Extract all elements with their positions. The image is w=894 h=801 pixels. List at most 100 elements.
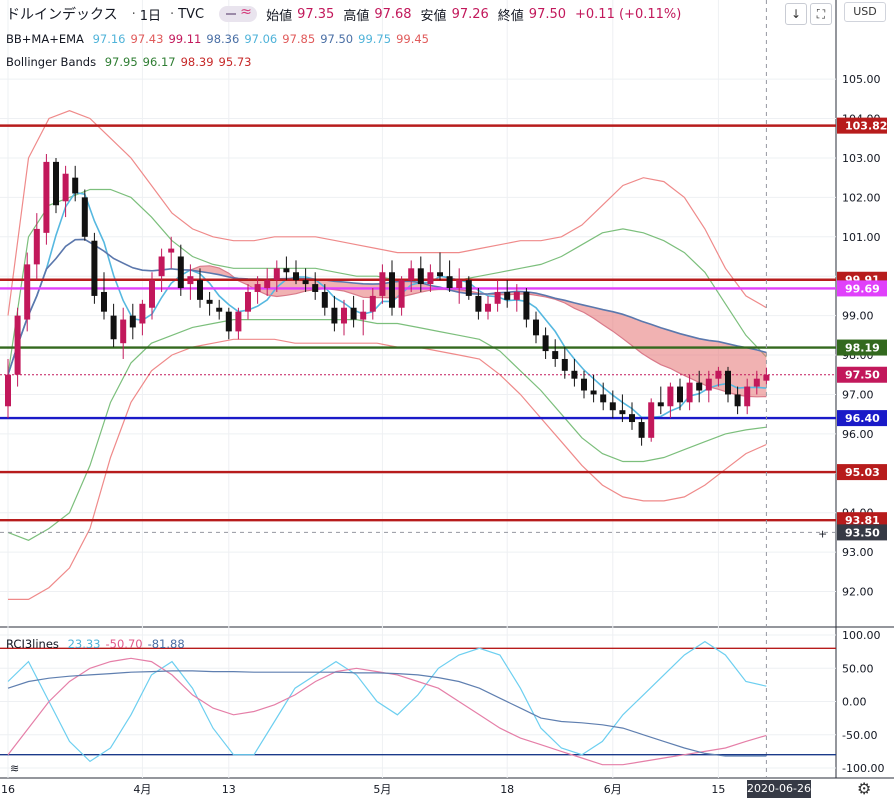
legend-bbma-value: 97.16 <box>92 32 126 46</box>
candle-body <box>456 280 463 289</box>
candle-body <box>149 280 155 308</box>
legend-bbma-value: 98.36 <box>206 32 240 46</box>
candle-body <box>667 386 674 407</box>
fullscreen-icon[interactable]: ⛶ <box>810 3 832 25</box>
price-level-label: 103.82 <box>845 120 887 133</box>
candle-body <box>523 291 530 320</box>
legend-bollinger-value: 97.95 <box>104 55 138 69</box>
candle-body <box>734 394 741 407</box>
price-level-label: 95.03 <box>845 466 880 479</box>
candle-body <box>571 370 578 379</box>
candle-body <box>53 161 59 206</box>
candle-body <box>225 311 232 332</box>
candle-body <box>485 303 491 312</box>
candle-body <box>408 268 415 281</box>
price-tick-label: 97.00 <box>842 388 874 401</box>
candle-body <box>494 291 501 304</box>
symbol-name[interactable]: ドルインデックス <box>6 4 118 24</box>
candle-body <box>552 351 559 359</box>
rci-wave-icon: ≋ <box>10 762 19 775</box>
price-tick-label: 92.00 <box>842 586 874 599</box>
interval-label[interactable]: 1日 <box>140 5 161 24</box>
candle-body <box>254 284 261 292</box>
legend-bollinger[interactable]: Bollinger Bands 97.95 96.17 98.39 95.73 <box>6 55 261 69</box>
candle-body <box>341 307 347 324</box>
candle-body <box>245 291 251 312</box>
time-tick-label: 15 <box>711 783 725 796</box>
candle-body <box>91 240 98 296</box>
candle-body <box>331 307 338 324</box>
price-level-label: 96.40 <box>845 412 880 425</box>
candle-body <box>43 161 50 233</box>
candle-body <box>753 378 760 387</box>
candle-body <box>273 268 280 281</box>
candle-body <box>360 311 367 320</box>
candle-body <box>590 390 597 395</box>
candle-body <box>379 272 386 296</box>
price-tick-label: 96.00 <box>842 428 874 441</box>
gear-icon[interactable]: ⚙ <box>857 779 871 798</box>
candle-body <box>14 315 21 375</box>
candle-body <box>763 374 770 381</box>
candle-body <box>302 280 309 285</box>
legend-bbma-value: 97.50 <box>320 32 354 46</box>
rci-tick-label: 50.00 <box>842 662 874 675</box>
bb-outer-lower-line <box>8 338 767 600</box>
candle-body <box>475 295 482 312</box>
legend-bollinger-name: Bollinger Bands <box>6 55 97 69</box>
close-label: 終値 <box>497 8 524 24</box>
legend-rci[interactable]: RCI3lines 23.33 -50.70 -81.88 <box>6 637 195 651</box>
candle-body <box>677 386 683 403</box>
candle-body <box>187 276 194 285</box>
candle-body <box>321 291 328 308</box>
time-tick-label: 18 <box>500 783 514 796</box>
crosshair-price-label: 93.50 <box>845 526 880 539</box>
legend-bollinger-value: 98.39 <box>180 55 214 69</box>
candle-body <box>417 268 424 285</box>
candle-body <box>686 382 693 403</box>
time-tick-label: 13 <box>222 783 236 796</box>
low-value: 97.26 <box>451 6 489 22</box>
legend-bbma-value: 97.85 <box>282 32 316 46</box>
currency-label[interactable]: USD <box>844 2 886 22</box>
price-tick-label: 103.00 <box>842 152 881 165</box>
rci-series-line <box>7 670 767 757</box>
price-level-label: 97.50 <box>845 369 880 382</box>
header-separator: · <box>170 6 175 22</box>
candle-body <box>312 284 319 292</box>
candle-body <box>648 402 655 438</box>
candle-body <box>120 319 127 344</box>
chart-svg: 164月135月186月1592.0093.0094.0095.0096.009… <box>0 0 894 796</box>
rci-tick-label: 100.00 <box>842 629 881 642</box>
legend-bbma[interactable]: BB+MA+EMA 97.16 97.43 99.11 98.36 97.06 97.85… <box>6 32 439 46</box>
candle-body <box>619 410 626 415</box>
candle-body <box>158 256 165 277</box>
rci-tick-label: -50.00 <box>842 729 877 742</box>
legend-bbma-value: 97.06 <box>244 32 278 46</box>
rci-series-line <box>7 657 767 766</box>
candle-body <box>350 307 357 320</box>
open-label: 始値 <box>266 8 293 24</box>
candle-body <box>446 276 453 289</box>
price-tick-label: 102.00 <box>842 191 881 204</box>
candle-body <box>513 291 520 300</box>
candle-body <box>197 280 203 300</box>
candle-body <box>705 378 712 391</box>
candle-body <box>581 378 587 391</box>
high-label: 高値 <box>343 8 370 24</box>
candle-body <box>389 272 395 308</box>
rci-tick-label: 0.00 <box>842 696 867 709</box>
legend-rci-name: RCI3lines <box>6 637 59 651</box>
download-arrow-icon[interactable]: ↓ <box>785 3 807 25</box>
candle-body <box>542 335 549 352</box>
candle-body <box>609 402 616 411</box>
legend-bollinger-value: 95.73 <box>218 55 252 69</box>
legend-bbma-value: 99.75 <box>358 32 392 46</box>
compare-toggle-icon[interactable] <box>219 4 258 22</box>
candle-body <box>5 374 11 407</box>
high-value: 97.68 <box>374 6 412 22</box>
candle-body <box>629 414 635 423</box>
legend-bbma-value: 99.45 <box>396 32 429 46</box>
legend-rci-value: -50.70 <box>105 637 143 651</box>
candle-body <box>283 268 290 273</box>
